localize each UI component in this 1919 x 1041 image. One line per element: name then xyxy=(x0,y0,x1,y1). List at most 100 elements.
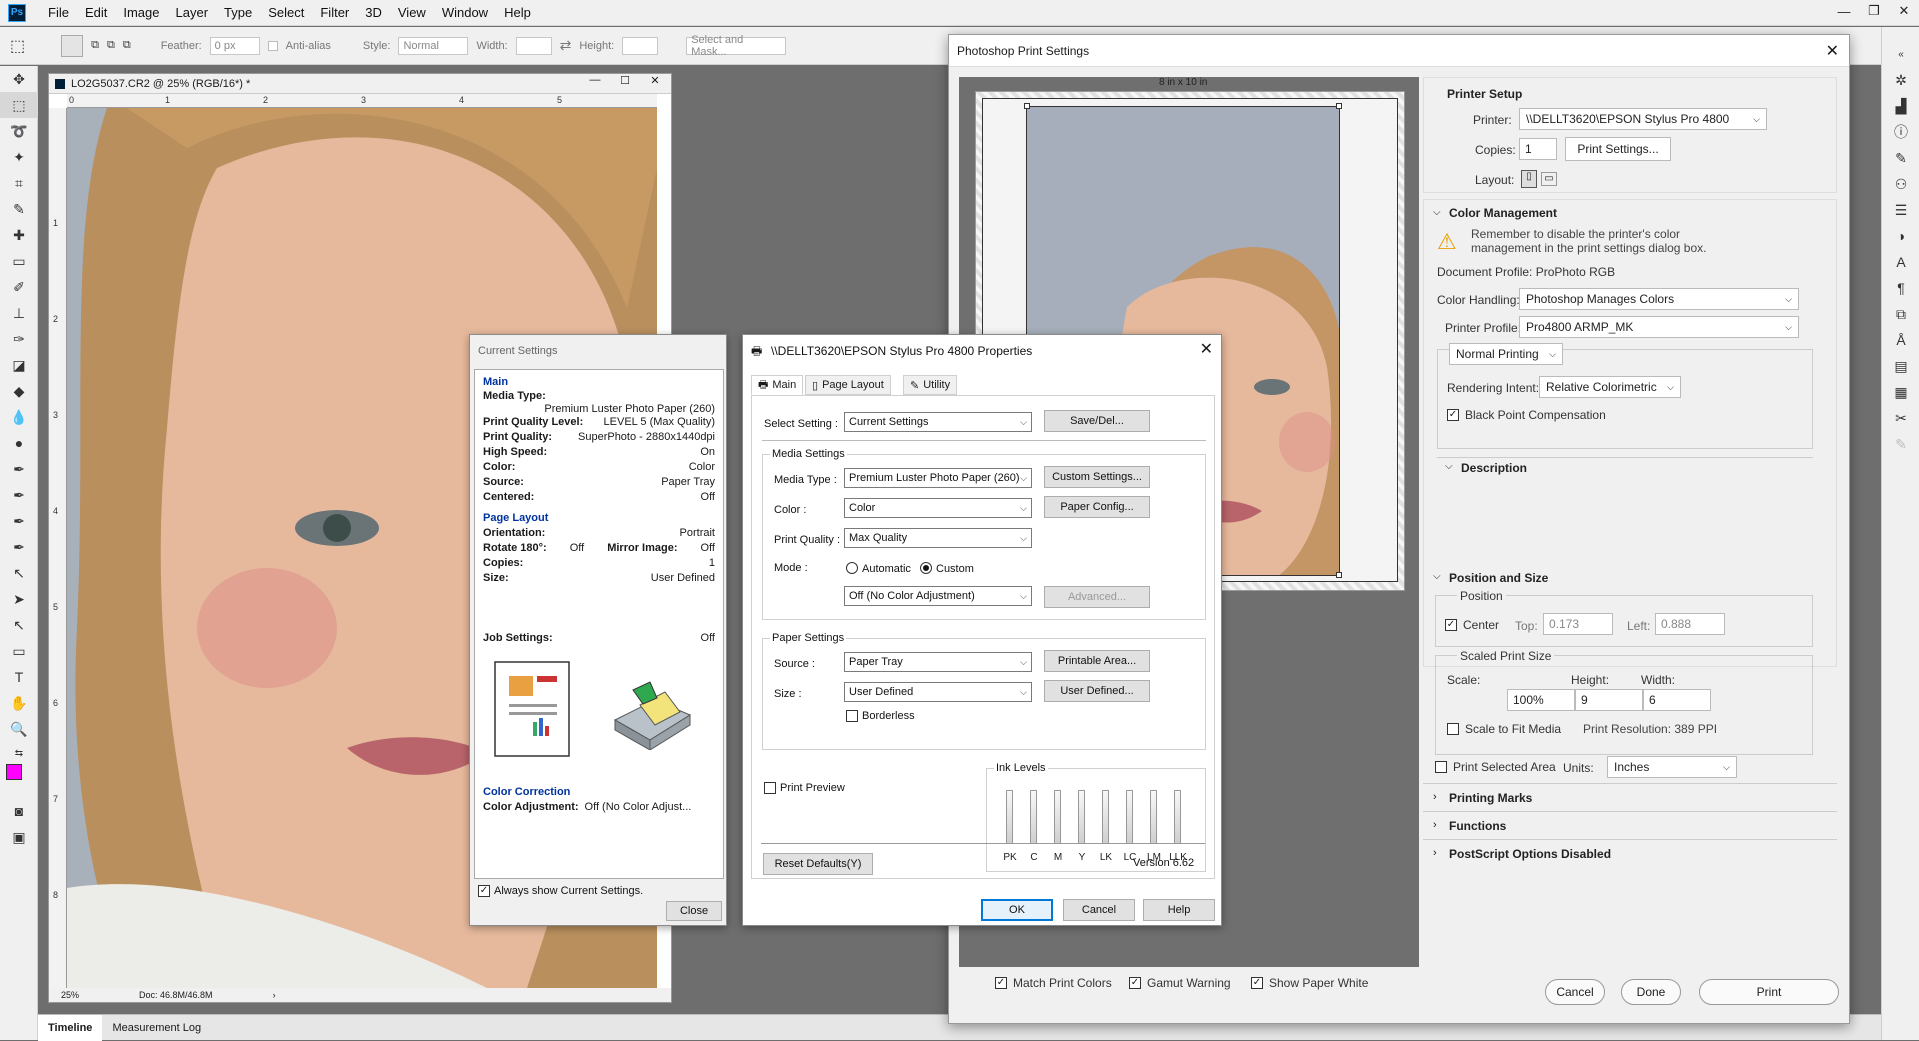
left-input[interactable]: 0.888 xyxy=(1655,613,1725,635)
menu-edit[interactable]: Edit xyxy=(77,5,115,20)
epson-close-icon[interactable]: ✕ xyxy=(1200,339,1213,359)
restore-icon[interactable]: ❐ xyxy=(1859,0,1889,22)
zoom-tool-icon[interactable]: 🔍 xyxy=(0,716,38,742)
swap-colors-icon[interactable]: ⇆ xyxy=(0,742,38,764)
chevron-right-icon[interactable]: › xyxy=(1433,847,1437,859)
healing-brush-tool-icon[interactable]: ✚ xyxy=(0,222,38,248)
adjustments-icon[interactable]: ◑ xyxy=(1882,223,1919,249)
swap-icon[interactable]: ⇄ xyxy=(560,37,572,54)
borderless-checkbox[interactable] xyxy=(846,710,858,722)
epson-help-button[interactable]: Help xyxy=(1143,899,1215,921)
match-print-colors-checkbox[interactable]: ✓ xyxy=(995,977,1007,989)
user-defined-button[interactable]: User Defined... xyxy=(1044,680,1150,702)
chevron-right-icon[interactable]: › xyxy=(1433,791,1437,803)
brush-tool-icon[interactable]: ✐ xyxy=(0,274,38,300)
mode-custom-radio[interactable] xyxy=(920,562,932,574)
path-selection-tool-icon[interactable]: ➤ xyxy=(0,586,38,612)
zoom-level[interactable]: 25% xyxy=(61,990,79,1000)
doc-maximize-icon[interactable]: ☐ xyxy=(613,74,637,92)
doc-close-icon[interactable]: ✕ xyxy=(643,74,667,92)
tab-measurement-log[interactable]: Measurement Log xyxy=(102,1015,211,1041)
type-tool-icon[interactable]: T xyxy=(0,664,38,690)
bandage-tool-icon[interactable]: ▭ xyxy=(0,248,38,274)
center-checkbox[interactable]: ✓ xyxy=(1445,619,1457,631)
resize-handle[interactable] xyxy=(1024,103,1030,109)
epson-ok-button[interactable]: OK xyxy=(981,899,1053,921)
add-anchor-tool-icon[interactable]: ✒ xyxy=(0,534,38,560)
blur-tool-icon[interactable]: 💧 xyxy=(0,404,38,430)
menu-type[interactable]: Type xyxy=(216,5,260,20)
paint-bucket-tool-icon[interactable]: ◆ xyxy=(0,378,38,404)
menu-filter[interactable]: Filter xyxy=(312,5,357,20)
menu-file[interactable]: File xyxy=(40,5,77,20)
chevron-right-icon[interactable]: › xyxy=(1433,819,1437,831)
paper-config-button[interactable]: Paper Config... xyxy=(1044,496,1150,518)
curvature-pen-tool-icon[interactable]: ✒ xyxy=(0,508,38,534)
layers-icon[interactable]: ▤ xyxy=(1882,353,1919,379)
scale-to-fit-checkbox[interactable] xyxy=(1447,723,1459,735)
quick-mask-icon[interactable]: ◙ xyxy=(0,798,38,824)
width-input[interactable]: 6 xyxy=(1643,689,1711,711)
printable-area-button[interactable]: Printable Area... xyxy=(1044,650,1150,672)
settings-gear-icon[interactable]: ✲ xyxy=(1882,67,1919,93)
print-settings-button[interactable]: Print Settings... xyxy=(1565,137,1671,161)
document-titlebar[interactable]: LO2G5037.CR2 @ 25% (RGB/16*) * — ☐ ✕ xyxy=(49,74,671,94)
source-select[interactable]: Paper Tray ⌵ xyxy=(844,652,1032,672)
chevron-down-icon[interactable]: ⌵ xyxy=(1433,571,1441,582)
feather-input[interactable]: 0 px xyxy=(209,36,260,55)
convert-point-tool-icon[interactable]: ↖ xyxy=(0,560,38,586)
resize-handle[interactable] xyxy=(1336,572,1342,578)
print-quality-select[interactable]: Max Quality ⌵ xyxy=(844,528,1032,548)
advanced-button[interactable]: Advanced... xyxy=(1044,586,1150,608)
landscape-layout-icon[interactable]: ▭ xyxy=(1541,172,1557,186)
epson-cancel-button[interactable]: Cancel xyxy=(1063,899,1135,921)
antialias-checkbox[interactable] xyxy=(267,40,278,51)
rectangle-tool-icon[interactable]: ▭ xyxy=(0,638,38,664)
add-selection-icon[interactable]: ⧉ xyxy=(91,39,99,52)
lasso-tool-icon[interactable]: ➰ xyxy=(0,118,38,144)
print-done-button[interactable]: Done xyxy=(1621,979,1681,1005)
dodge-tool-icon[interactable]: ● xyxy=(0,430,38,456)
top-input[interactable]: 0.173 xyxy=(1543,613,1613,635)
color-adjustment-select[interactable]: Off (No Color Adjustment) ⌵ xyxy=(844,586,1032,606)
info-icon[interactable]: ⓘ xyxy=(1882,119,1919,145)
functions-heading[interactable]: Functions xyxy=(1449,819,1506,833)
screen-mode-icon[interactable]: ▣ xyxy=(0,824,38,850)
layer-comps-icon[interactable]: ⧉ xyxy=(1882,301,1919,327)
print-dialog-titlebar[interactable]: Photoshop Print Settings ✕ xyxy=(949,35,1849,67)
brushes-icon[interactable]: ✎ xyxy=(1882,145,1919,171)
print-preview-checkbox[interactable] xyxy=(764,782,776,794)
glyphs-icon[interactable]: Å xyxy=(1882,327,1919,353)
print-selected-area-checkbox[interactable] xyxy=(1435,761,1447,773)
chevron-down-icon[interactable]: ⌵ xyxy=(1433,207,1441,218)
normal-printing-select[interactable]: Normal Printing ⌵ xyxy=(1449,343,1563,365)
menu-layer[interactable]: Layer xyxy=(168,5,217,20)
height-input[interactable]: 9 xyxy=(1575,689,1643,711)
rect-marquee-tool-icon[interactable]: ⬚ xyxy=(0,92,38,118)
freeform-pen-tool-icon[interactable]: ✒ xyxy=(0,482,38,508)
show-paper-white-checkbox[interactable]: ✓ xyxy=(1251,977,1263,989)
postscript-heading[interactable]: PostScript Options Disabled xyxy=(1449,847,1611,861)
chevron-down-icon[interactable]: ⌵ xyxy=(1445,461,1453,472)
minimize-icon[interactable]: — xyxy=(1829,0,1859,22)
history-brush-tool-icon[interactable]: ✑ xyxy=(0,326,38,352)
menu-help[interactable]: Help xyxy=(496,5,539,20)
close-icon[interactable]: ✕ xyxy=(1889,0,1919,22)
resize-handle[interactable] xyxy=(1336,103,1342,109)
menu-view[interactable]: View xyxy=(390,5,434,20)
copies-input[interactable]: 1 xyxy=(1519,138,1557,160)
mode-automatic-radio[interactable] xyxy=(846,562,858,574)
select-setting-select[interactable]: Current Settings ⌵ xyxy=(844,412,1032,432)
collapse-panels-icon[interactable]: « xyxy=(1882,41,1919,67)
intersect-selection-icon[interactable]: ⧉ xyxy=(123,39,131,52)
eraser-tool-icon[interactable]: ◪ xyxy=(0,352,38,378)
custom-settings-button[interactable]: Custom Settings... xyxy=(1044,466,1150,488)
rendering-intent-select[interactable]: Relative Colorimetric ⌵ xyxy=(1539,376,1681,398)
stamp-tool-icon[interactable]: ⊥ xyxy=(0,300,38,326)
width-input[interactable] xyxy=(515,36,552,55)
current-settings-close-button[interactable]: Close xyxy=(666,901,722,921)
printing-marks-heading[interactable]: Printing Marks xyxy=(1449,791,1532,805)
units-select[interactable]: Inches ⌵ xyxy=(1607,756,1737,778)
tab-page-layout[interactable]: ▯ Page Layout xyxy=(805,375,891,395)
eyedropper-tool-icon[interactable]: ✎ xyxy=(0,196,38,222)
